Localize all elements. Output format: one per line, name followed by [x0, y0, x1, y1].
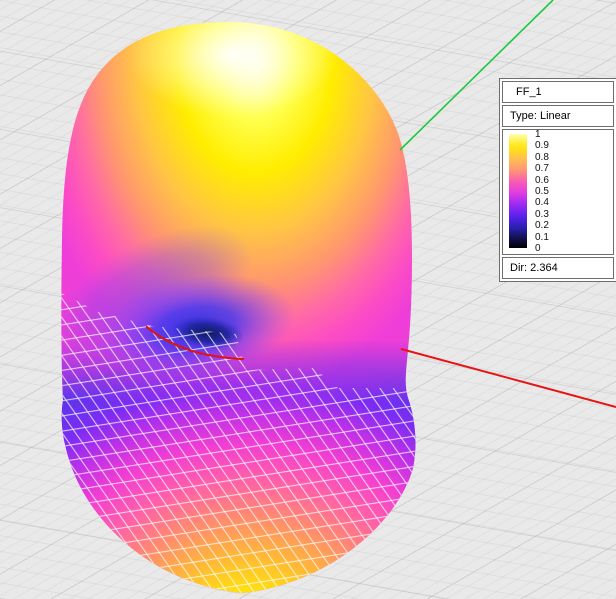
legend-panel: FF_1 Type: Linear 10.90.80.70.60.50.40.3… — [499, 78, 616, 282]
legend-scale-type: Type: Linear — [502, 105, 614, 127]
x-axis-line — [401, 349, 616, 407]
legend-dir-value: Dir: 2.364 — [502, 257, 614, 279]
colorbar-tick-label: 0.5 — [535, 186, 549, 197]
colorbar-tick-label: 0.1 — [535, 232, 549, 243]
colorbar-tick-label: 0.3 — [535, 209, 549, 220]
colorbar-tick-label: 1 — [535, 129, 541, 140]
colorbar-tick-label: 0.8 — [535, 152, 549, 163]
colorbar-tick-label: 0 — [535, 243, 541, 254]
colorbar-tick-label: 0.6 — [535, 175, 549, 186]
viewport-3d[interactable]: FF_1 Type: Linear 10.90.80.70.60.50.40.3… — [0, 0, 616, 599]
colorbar-tick-label: 0.2 — [535, 220, 549, 231]
colorbar-tick-label: 0.9 — [535, 140, 549, 151]
colorbar-tick-label: 0.4 — [535, 197, 549, 208]
colorbar-tick-label: 0.7 — [535, 163, 549, 174]
legend-title: FF_1 — [502, 81, 614, 103]
colorbar-gradient — [509, 134, 527, 248]
legend-colorbar: 10.90.80.70.60.50.40.30.20.10 — [502, 129, 614, 255]
